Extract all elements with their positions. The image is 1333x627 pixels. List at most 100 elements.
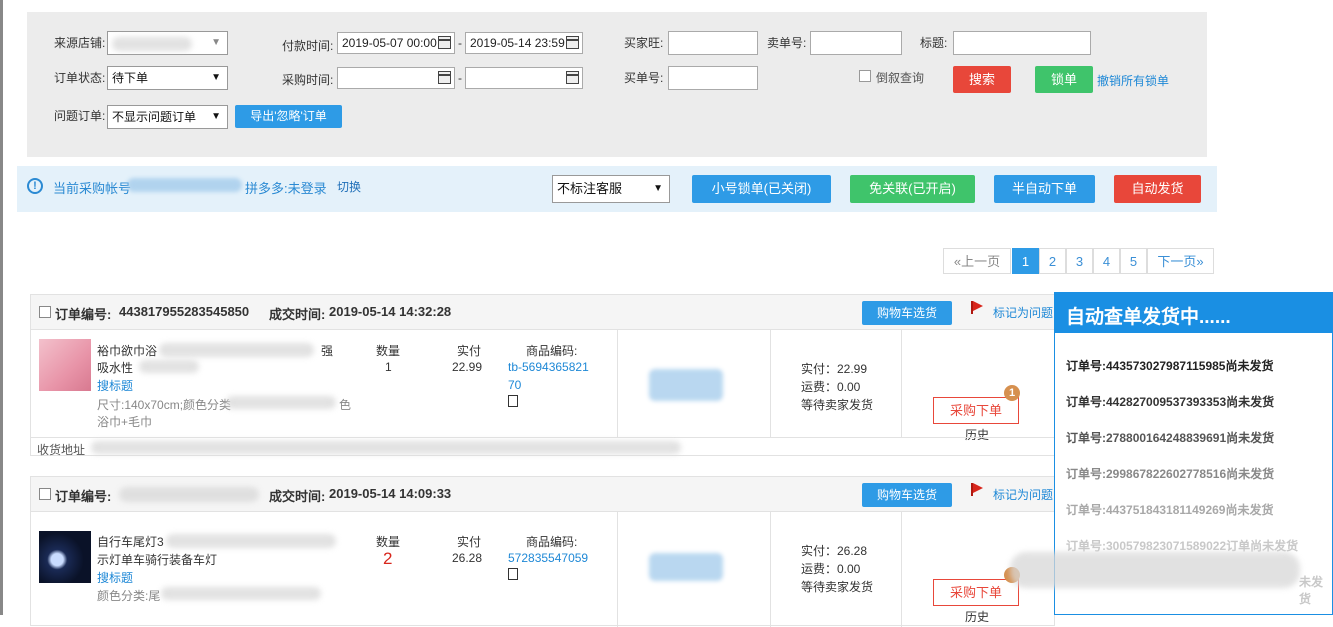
summary-status: 等待卖家发货 [801, 398, 874, 412]
column-divider [770, 329, 771, 437]
paid-value: 22.99 [452, 360, 483, 374]
range-dash: - [458, 36, 462, 50]
buyer-wang-input[interactable] [668, 31, 758, 55]
order-no: 443817955283545850 [119, 304, 250, 319]
semi-auto-order-button[interactable]: 半自动下单 [994, 175, 1095, 203]
product-code-link-cont[interactable]: 70 [508, 378, 521, 392]
deal-time-label: 成交时间: [269, 307, 326, 322]
ship-log-line: 订单号:443751843181149269尚未发货 [1066, 503, 1274, 517]
order-header: 订单编号: 成交时间: 2019-05-14 14:09:33 购物车选货 标记… [31, 477, 1054, 512]
ship-log-line: 订单号:442827009537393353尚未发货 [1066, 395, 1275, 409]
page-link-5[interactable]: 5 [1120, 248, 1147, 274]
history-link[interactable]: 历史 [965, 608, 989, 625]
purchase-time-end-input[interactable] [465, 67, 583, 89]
product-thumbnail[interactable] [39, 339, 91, 391]
copy-icon[interactable] [508, 395, 521, 410]
order-select-checkbox[interactable] [39, 488, 51, 500]
product-title-line2: 示灯单车骑行装备车灯 [97, 553, 218, 567]
calendar-icon[interactable] [566, 36, 579, 49]
summary-status: 等待卖家发货 [801, 580, 874, 594]
cart-select-button[interactable]: 购物车选货 [862, 483, 952, 507]
pay-time-start-value: 2019-05-07 00:00 [342, 36, 437, 50]
title-label: 标题: [920, 36, 948, 50]
order-status-select[interactable]: 待下单 ▼ [107, 66, 228, 90]
small-account-lock-button[interactable]: 小号锁单(已关闭) [692, 175, 831, 203]
customer-service-select[interactable]: 不标注客服 ▼ [552, 175, 670, 203]
product-spec: 尺寸:140x70cm;颜色分类 [97, 398, 232, 412]
address-divider [31, 437, 1054, 438]
calendar-icon[interactable] [438, 71, 451, 84]
page-link-3[interactable]: 3 [1066, 248, 1093, 274]
calendar-icon[interactable] [566, 71, 579, 84]
cancel-all-locks-link[interactable]: 撤销所有锁单 [1097, 72, 1169, 89]
summary-paid: 实付：22.99 [801, 362, 868, 376]
search-button[interactable]: 搜索 [953, 66, 1011, 93]
problem-order-value: 不显示问题订单 [112, 110, 197, 124]
blurred-account-name [127, 178, 242, 192]
product-title-tail: 强 [321, 344, 334, 358]
blurred-product-spec [226, 396, 336, 409]
flag-icon [973, 301, 983, 311]
seller-no-input[interactable] [810, 31, 902, 55]
cart-select-button[interactable]: 购物车选货 [862, 301, 952, 325]
product-title-line2: 吸水性 [97, 361, 134, 375]
current-account-label: 当前采购帐号 [53, 181, 132, 196]
pdd-status-text: 拼多多:未登录 [245, 181, 327, 196]
mark-problem-link[interactable]: 标记为问题 [993, 486, 1053, 503]
ship-log-line: 订单号:278800164248839691尚未发货 [1066, 431, 1275, 445]
page-link-4[interactable]: 4 [1093, 248, 1120, 274]
info-icon: ! [27, 178, 43, 194]
search-title-link[interactable]: 搜标题 [97, 569, 133, 586]
deal-time: 2019-05-14 14:09:33 [329, 486, 452, 501]
pagination: «上一页 1 2 3 4 5 下一页» [943, 248, 1215, 274]
export-ignored-button[interactable]: 导出'忽略'订单 [235, 105, 342, 128]
purchase-order-button[interactable]: 采购下单 [933, 579, 1019, 606]
reverse-query-checkbox[interactable] [859, 70, 871, 82]
free-link-button[interactable]: 免关联(已开启) [850, 175, 975, 203]
summary-paid: 实付：26.28 [801, 544, 868, 558]
auto-ship-button[interactable]: 自动发货 [1114, 175, 1201, 203]
column-divider [901, 329, 902, 437]
notification-badge: 1 [1004, 385, 1020, 401]
mark-problem-link[interactable]: 标记为问题 [993, 304, 1053, 321]
lock-button[interactable]: 锁单 [1035, 66, 1093, 93]
history-link[interactable]: 历史 [965, 426, 989, 443]
reverse-query-label: 倒叙查询 [876, 71, 925, 85]
search-title-link[interactable]: 搜标题 [97, 377, 133, 394]
buy-no-input[interactable] [668, 66, 758, 90]
pay-time-start-input[interactable]: 2019-05-07 00:00 [337, 32, 455, 54]
purchase-order-button[interactable]: 采购下单 [933, 397, 1019, 424]
product-code-link[interactable]: 572835547059 [508, 551, 588, 565]
page-link-1[interactable]: 1 [1012, 248, 1039, 274]
deal-time-label: 成交时间: [269, 489, 326, 504]
purchase-time-start-input[interactable] [337, 67, 455, 89]
blurred-product-title [166, 534, 336, 548]
customer-service-value: 不标注客服 [557, 181, 623, 196]
blurred-store-name [112, 37, 192, 51]
source-store-label: 来源店铺: [54, 36, 106, 50]
pay-time-end-input[interactable]: 2019-05-14 23:59 [465, 32, 583, 54]
page-link-2[interactable]: 2 [1039, 248, 1066, 274]
problem-order-select[interactable]: 不显示问题订单 ▼ [107, 105, 228, 129]
blurred-order-no [119, 487, 259, 502]
account-bar: ! 当前采购帐号 拼多多:未登录 切换 不标注客服 ▼ 小号锁单(已关闭) 免关… [17, 166, 1217, 212]
deal-time: 2019-05-14 14:32:28 [329, 304, 452, 319]
title-input[interactable] [953, 31, 1091, 55]
chevron-down-icon: ▼ [653, 183, 663, 194]
source-store-select[interactable]: ▼ [107, 31, 228, 55]
switch-account-link[interactable]: 切换 [337, 178, 361, 195]
copy-icon[interactable] [508, 568, 521, 583]
pay-time-end-value: 2019-05-14 23:59 [470, 36, 565, 50]
calendar-icon[interactable] [438, 36, 451, 49]
column-divider [901, 511, 902, 627]
next-page-link[interactable]: 下一页» [1147, 248, 1214, 274]
product-code-link[interactable]: tb-5694365821 [508, 360, 589, 374]
range-dash: - [458, 71, 462, 85]
order-header: 订单编号: 443817955283545850 成交时间: 2019-05-1… [31, 295, 1054, 330]
ship-log-line: 订单号:299867822602778516尚未发货 [1066, 467, 1275, 481]
order-select-checkbox[interactable] [39, 306, 51, 318]
product-thumbnail[interactable] [39, 531, 91, 583]
order-status-value: 待下单 [112, 71, 149, 85]
prev-page-link[interactable]: «上一页 [943, 248, 1011, 274]
filter-panel: 来源店铺: ▼ 付款时间: 2019-05-07 00:00 - 2019-05… [27, 12, 1207, 157]
